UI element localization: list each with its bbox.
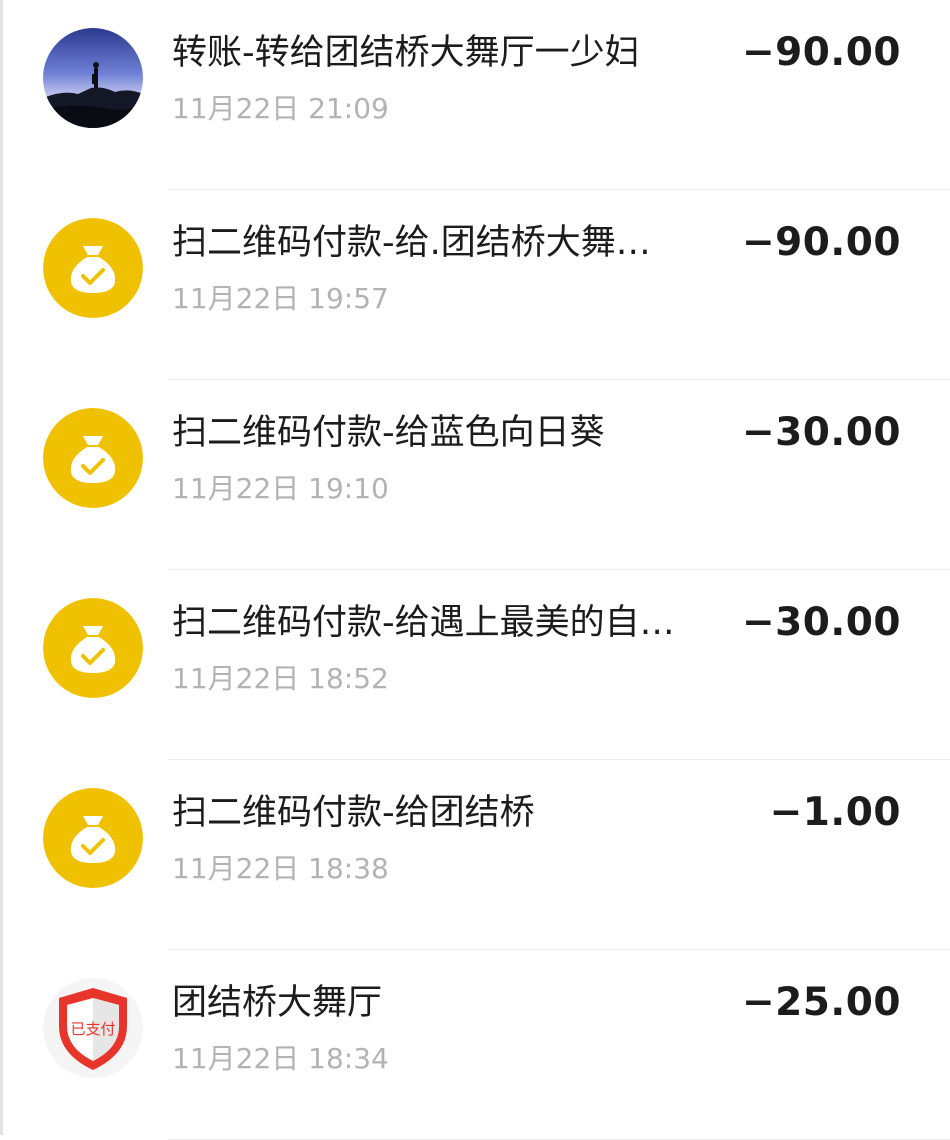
transaction-title: 扫二维码付款-给遇上最美的自…: [172, 603, 675, 643]
transaction-row[interactable]: 扫二维码付款-给.团结桥大舞… 11月22日 19:57 −90.00: [0, 190, 950, 380]
transaction-amount: −30.00: [741, 600, 901, 645]
transaction-list: 转账-转给团结桥大舞厅一少妇 11月22日 21:09 −90.00 扫二维码付…: [0, 0, 950, 1140]
transaction-time: 11月22日 18:38: [172, 852, 389, 885]
transaction-title: 扫二维码付款-给.团结桥大舞…: [172, 223, 651, 263]
paid-shield-icon: 已支付: [43, 978, 143, 1078]
transaction-amount: −25.00: [741, 980, 901, 1025]
transaction-title: 转账-转给团结桥大舞厅一少妇: [172, 33, 640, 73]
transaction-title: 团结桥大舞厅: [172, 983, 383, 1023]
transaction-amount: −90.00: [741, 220, 901, 265]
paid-stamp-text: 已支付: [70, 1020, 115, 1038]
money-bag-check-icon: [43, 788, 143, 888]
transaction-title: 扫二维码付款-给蓝色向日葵: [172, 413, 605, 453]
transaction-amount: −90.00: [741, 30, 901, 75]
profile-photo-avatar: [43, 28, 143, 128]
transaction-row[interactable]: 已支付 团结桥大舞厅 11月22日 18:34 −25.00: [0, 950, 950, 1140]
transaction-amount: −30.00: [741, 410, 901, 455]
money-bag-check-icon: [43, 408, 143, 508]
money-bag-check-icon: [43, 218, 143, 318]
transaction-time: 11月22日 19:10: [172, 472, 389, 505]
transaction-title: 扫二维码付款-给团结桥: [172, 793, 535, 833]
money-bag-check-icon: [43, 598, 143, 698]
transaction-row[interactable]: 扫二维码付款-给蓝色向日葵 11月22日 19:10 −30.00: [0, 380, 950, 570]
transaction-row[interactable]: 扫二维码付款-给遇上最美的自… 11月22日 18:52 −30.00: [0, 570, 950, 760]
transaction-time: 11月22日 18:52: [172, 662, 389, 695]
transaction-amount: −1.00: [769, 790, 901, 835]
transaction-row[interactable]: 扫二维码付款-给团结桥 11月22日 18:38 −1.00: [0, 760, 950, 950]
transaction-row[interactable]: 转账-转给团结桥大舞厅一少妇 11月22日 21:09 −90.00: [0, 0, 950, 190]
transaction-time: 11月22日 19:57: [172, 282, 389, 315]
transaction-time: 11月22日 18:34: [172, 1042, 389, 1075]
transaction-time: 11月22日 21:09: [172, 92, 389, 125]
